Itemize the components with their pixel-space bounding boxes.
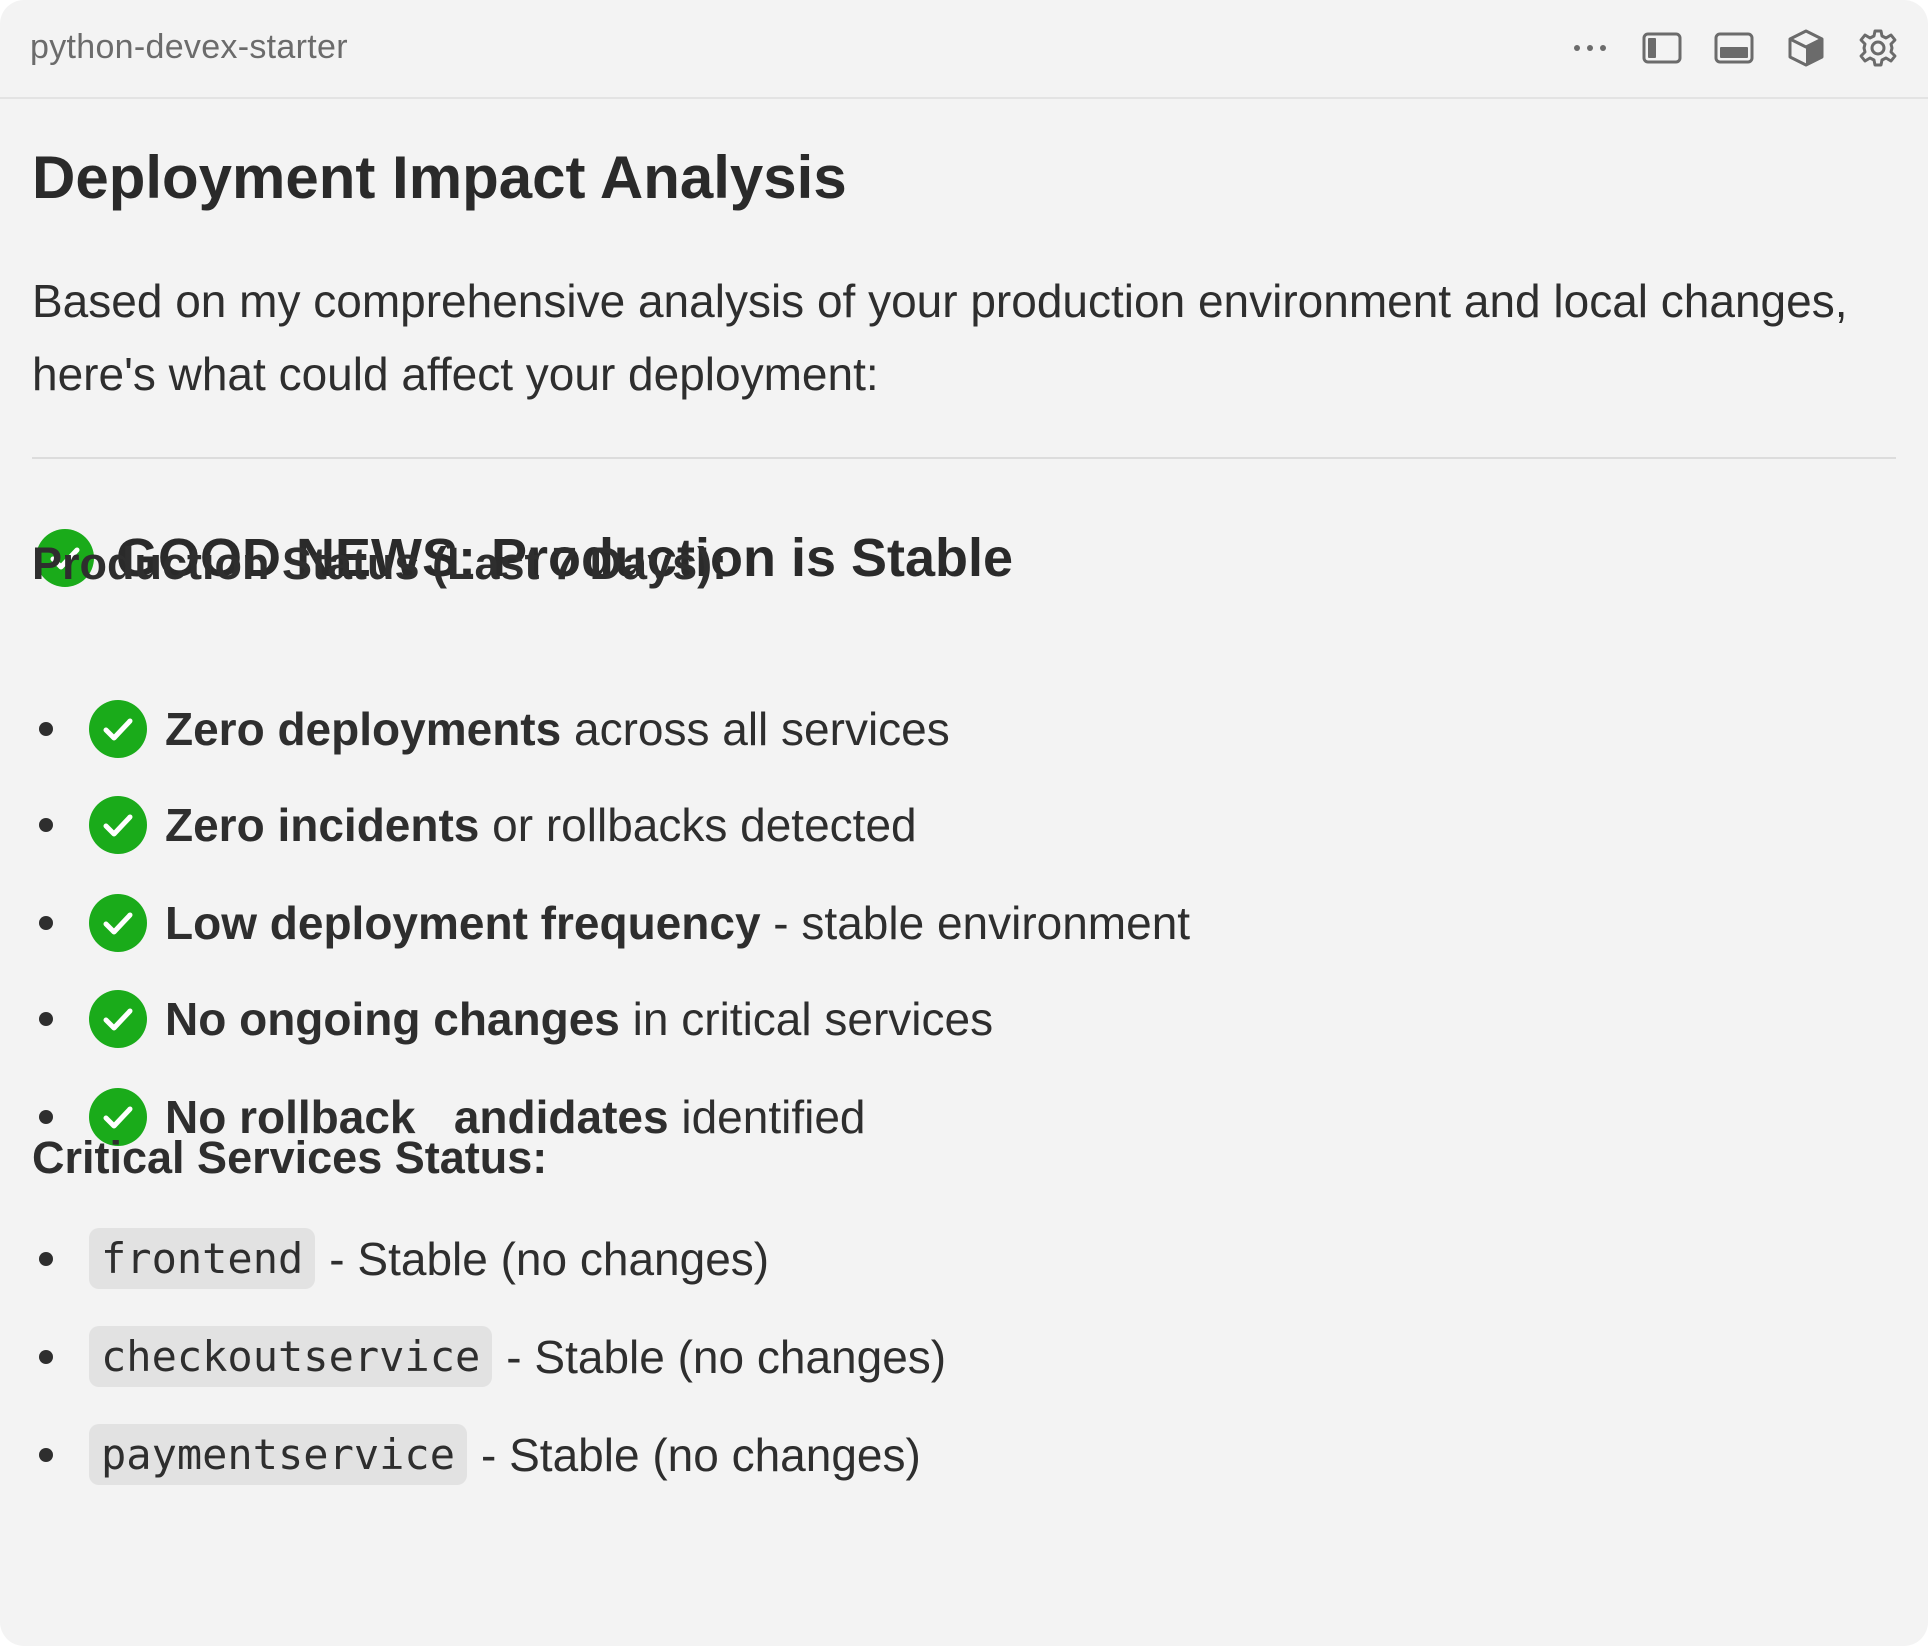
window-title: python-devex-starter	[30, 28, 348, 66]
check-circle-icon	[89, 700, 147, 758]
page-title: Deployment Impact Analysis	[32, 144, 847, 211]
item-text: identified	[668, 1091, 866, 1143]
item-text: or rollbacks detected	[479, 799, 917, 851]
list-item: checkoutservice - Stable (no changes)	[32, 1326, 946, 1387]
toggle-panel-button[interactable]	[1712, 26, 1756, 70]
list-item: No ongoing changes in critical services	[32, 990, 993, 1048]
production-status-title: Production Status (Last 7 Days):	[32, 538, 728, 589]
settings-button[interactable]	[1856, 26, 1900, 70]
bullet	[39, 916, 53, 930]
bullet	[39, 722, 53, 736]
service-status: - Stable (no changes)	[329, 1232, 770, 1285]
item-text: in critical services	[619, 993, 994, 1045]
service-name-code: frontend	[89, 1228, 316, 1289]
title-bar: python-devex-starter	[0, 0, 1928, 99]
item-bold: Low deployment frequency	[165, 897, 761, 949]
bullet	[39, 1110, 53, 1124]
list-item: Zero incidents or rollbacks detected	[32, 796, 917, 854]
service-status: - Stable (no changes)	[481, 1428, 921, 1481]
service-name-code: paymentservice	[89, 1424, 468, 1485]
item-text: across all services	[561, 703, 950, 755]
critical-services-title: Critical Services Status:	[32, 1132, 548, 1183]
list-item: Low deployment frequency - stable enviro…	[32, 894, 1190, 952]
bullet	[39, 818, 53, 832]
item-bold: Zero deployments	[165, 703, 562, 755]
service-status: - Stable (no changes)	[506, 1330, 947, 1383]
panel-bottom-icon	[1714, 32, 1754, 64]
item-bold: No ongoing changes	[165, 993, 620, 1045]
check-circle-icon	[89, 990, 147, 1048]
more-icon	[1574, 45, 1606, 51]
item-text: - stable environment	[760, 897, 1191, 949]
sidebar-left-icon	[1642, 32, 1682, 64]
list-item: frontend - Stable (no changes)	[32, 1228, 769, 1289]
service-name-code: checkoutservice	[89, 1326, 493, 1387]
cube-button[interactable]	[1784, 26, 1828, 70]
app-window: python-devex-starter Deployment Impact A…	[0, 0, 1928, 1646]
check-circle-icon	[89, 894, 147, 952]
list-item: paymentservice - Stable (no changes)	[32, 1424, 921, 1485]
check-circle-icon	[89, 796, 147, 854]
bullet	[39, 1012, 53, 1026]
bullet	[39, 1447, 53, 1462]
toolbar	[1568, 26, 1900, 70]
divider	[32, 457, 1896, 459]
toggle-sidebar-button[interactable]	[1640, 26, 1684, 70]
gear-icon	[1859, 29, 1897, 67]
bullet	[39, 1349, 53, 1364]
cube-icon	[1788, 29, 1824, 67]
list-item: Zero deployments across all services	[32, 700, 950, 758]
bullet	[39, 1251, 53, 1266]
more-button[interactable]	[1568, 26, 1612, 70]
item-bold: Zero incidents	[165, 799, 480, 851]
intro-paragraph: Based on my comprehensive analysis of yo…	[32, 275, 1848, 400]
